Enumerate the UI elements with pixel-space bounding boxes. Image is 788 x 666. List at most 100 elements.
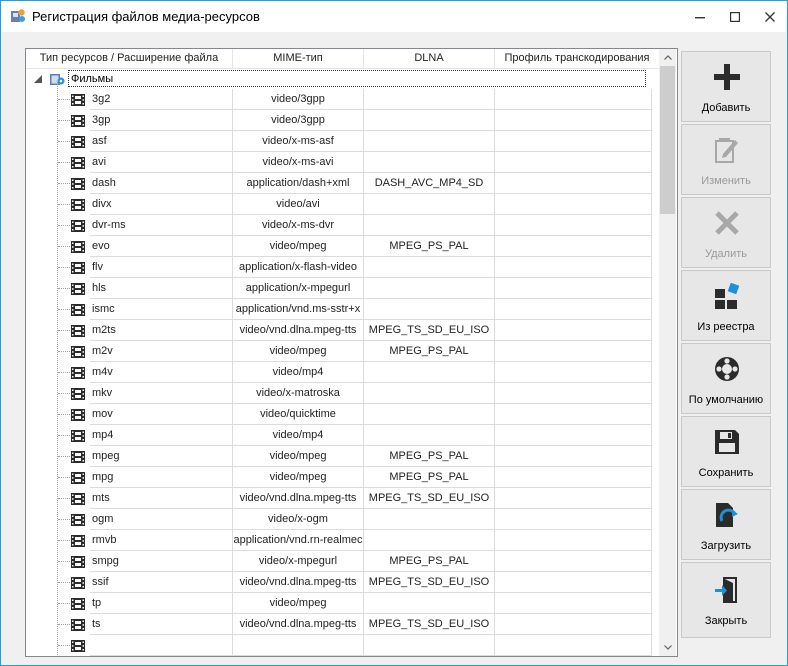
delete-button[interactable]: Удалить	[681, 197, 771, 268]
table-row[interactable]: ismc application/vnd.ms-sstr+x	[26, 299, 659, 320]
table-row[interactable]: 3g2 video/3gpp	[26, 89, 659, 110]
table-row[interactable]: m4v video/mp4	[26, 362, 659, 383]
tree-guide-line	[58, 519, 70, 520]
table-row[interactable]: ogm video/x-ogm	[26, 509, 659, 530]
cell-dlna	[364, 530, 495, 551]
tree-guide-line	[58, 120, 70, 121]
cell-profile	[495, 110, 652, 131]
cell-mime: video/mpeg	[233, 467, 364, 488]
table-row[interactable]: mts video/vnd.dlna.mpeg-tts MPEG_TS_SD_EU_…	[26, 488, 659, 509]
table-row[interactable]: flv application/x-flash-video	[26, 257, 659, 278]
table-row[interactable]: asf video/x-ms-asf	[26, 131, 659, 152]
film-strip-icon	[71, 598, 85, 610]
tree-guide-line	[58, 246, 70, 247]
cell-mime: video/x-ogm	[233, 509, 364, 530]
film-strip-icon	[71, 472, 85, 484]
table-row[interactable]: m2v video/mpeg MPEG_PS_PAL	[26, 341, 659, 362]
table-row[interactable]: dvr-ms video/x-ms-dvr	[26, 215, 659, 236]
column-header-dlna[interactable]: DLNA	[364, 49, 495, 68]
table-row[interactable]: mkv video/x-matroska	[26, 383, 659, 404]
column-header-mime[interactable]: MIME-тип	[233, 49, 364, 68]
table-row[interactable]: smpg video/x-mpegurl MPEG_PS_PAL	[26, 551, 659, 572]
column-header-profile[interactable]: Профиль транскодирования	[495, 49, 659, 68]
cell-dlna: MPEG_PS_PAL	[364, 446, 495, 467]
cell-mime: video/vnd.dlna.mpeg-tts	[233, 320, 364, 341]
scroll-down-button[interactable]	[659, 639, 676, 656]
cell-extension: ts	[90, 614, 233, 635]
film-strip-icon	[71, 514, 85, 526]
load-button[interactable]: Загрузить	[681, 489, 771, 560]
cell-mime: video/mpeg	[233, 593, 364, 614]
table-row[interactable]: ssif video/vnd.dlna.mpeg-tts MPEG_TS_SD_EU…	[26, 572, 659, 593]
tree-guide-line	[58, 645, 70, 646]
cell-dlna: MPEG_TS_SD_EU_ISO	[364, 572, 495, 593]
collapse-arrow-icon[interactable]	[34, 75, 42, 83]
table-row[interactable]: m2ts video/vnd.dlna.mpeg-tts MPEG_TS_SD_EU…	[26, 320, 659, 341]
table-row[interactable]: mp4 video/mp4	[26, 425, 659, 446]
tree-rows: Фильмы 3g2 video/3gpp 3gp video/3gpp asf vide…	[26, 69, 659, 656]
table-row[interactable]: avi video/x-ms-avi	[26, 152, 659, 173]
cell-extension: avi	[90, 152, 233, 173]
close-window-button[interactable]	[752, 1, 787, 32]
tree-guide-line	[58, 204, 70, 205]
table-row[interactable]: mpg video/mpeg MPEG_PS_PAL	[26, 467, 659, 488]
from-registry-button-label: Из реестра	[697, 321, 755, 333]
cell-mime: application/vnd.ms-sstr+x	[233, 299, 364, 320]
cell-mime: video/mpeg	[233, 341, 364, 362]
table-row[interactable]: evo video/mpeg MPEG_PS_PAL	[26, 236, 659, 257]
cell-profile	[495, 236, 652, 257]
cell-dlna	[364, 110, 495, 131]
tree-guide-line	[58, 372, 70, 373]
add-button-label: Добавить	[701, 102, 751, 114]
cell-extension: tp	[90, 593, 233, 614]
column-header-type[interactable]: Тип ресурсов / Расширение файла	[26, 49, 233, 68]
film-strip-icon	[71, 451, 85, 463]
cell-dlna	[364, 404, 495, 425]
cell-extension: mp4	[90, 425, 233, 446]
cell-dlna: MPEG_PS_PAL	[364, 236, 495, 257]
table-row[interactable]: 3gp video/3gpp	[26, 110, 659, 131]
cell-extension: mov	[90, 404, 233, 425]
tree-guide-line	[58, 561, 70, 562]
save-button[interactable]: Сохранить	[681, 416, 771, 487]
cell-extension: ismc	[90, 299, 233, 320]
media-types-tree[interactable]: Тип ресурсов / Расширение файла MIME-тип…	[25, 48, 678, 657]
cell-mime: video/quicktime	[233, 404, 364, 425]
edit-button[interactable]: Изменить	[681, 124, 771, 195]
cell-mime: video/mp4	[233, 425, 364, 446]
maximize-button[interactable]	[718, 1, 752, 32]
table-row[interactable]: rmvb application/vnd.rn-realmec	[26, 530, 659, 551]
tree-group-films[interactable]: Фильмы	[26, 69, 659, 89]
main-window: Регистрация файлов медиа-ресурсов Тип ре…	[0, 0, 788, 666]
table-row[interactable]: dash application/dash+xml DASH_AVC_MP4_SD	[26, 173, 659, 194]
tree-guide-line	[58, 99, 70, 100]
cell-extension: hls	[90, 278, 233, 299]
from-registry-button[interactable]: Из реестра	[681, 270, 771, 341]
table-row[interactable]: hls application/x-mpegurl	[26, 278, 659, 299]
delete-button-label: Удалить	[705, 248, 747, 260]
cell-mime: video/x-ms-asf	[233, 131, 364, 152]
minimize-button[interactable]	[683, 1, 717, 32]
defaults-button[interactable]: По умолчанию	[681, 343, 771, 414]
close-button[interactable]: Закрыть	[681, 562, 771, 638]
title-bar[interactable]: Регистрация файлов медиа-ресурсов	[1, 1, 787, 32]
cell-extension: ogm	[90, 509, 233, 530]
film-strip-icon	[71, 262, 85, 274]
film-strip-icon	[71, 367, 85, 379]
table-row[interactable]	[26, 635, 659, 656]
edit-icon	[715, 138, 738, 163]
add-button[interactable]: Добавить	[681, 51, 771, 122]
exit-door-icon	[715, 577, 737, 603]
scroll-up-button[interactable]	[659, 49, 676, 66]
delete-x-icon	[715, 211, 739, 235]
table-row[interactable]: mpeg video/mpeg MPEG_PS_PAL	[26, 446, 659, 467]
table-row[interactable]: ts video/vnd.dlna.mpeg-tts MPEG_TS_SD_EU_I…	[26, 614, 659, 635]
cell-dlna	[364, 593, 495, 614]
vertical-scrollbar[interactable]	[659, 49, 676, 656]
scroll-thumb[interactable]	[660, 66, 675, 214]
cell-dlna	[364, 635, 495, 656]
table-row[interactable]: tp video/mpeg	[26, 593, 659, 614]
table-row[interactable]: divx video/avi	[26, 194, 659, 215]
table-row[interactable]: mov video/quicktime	[26, 404, 659, 425]
film-strip-icon	[71, 409, 85, 421]
